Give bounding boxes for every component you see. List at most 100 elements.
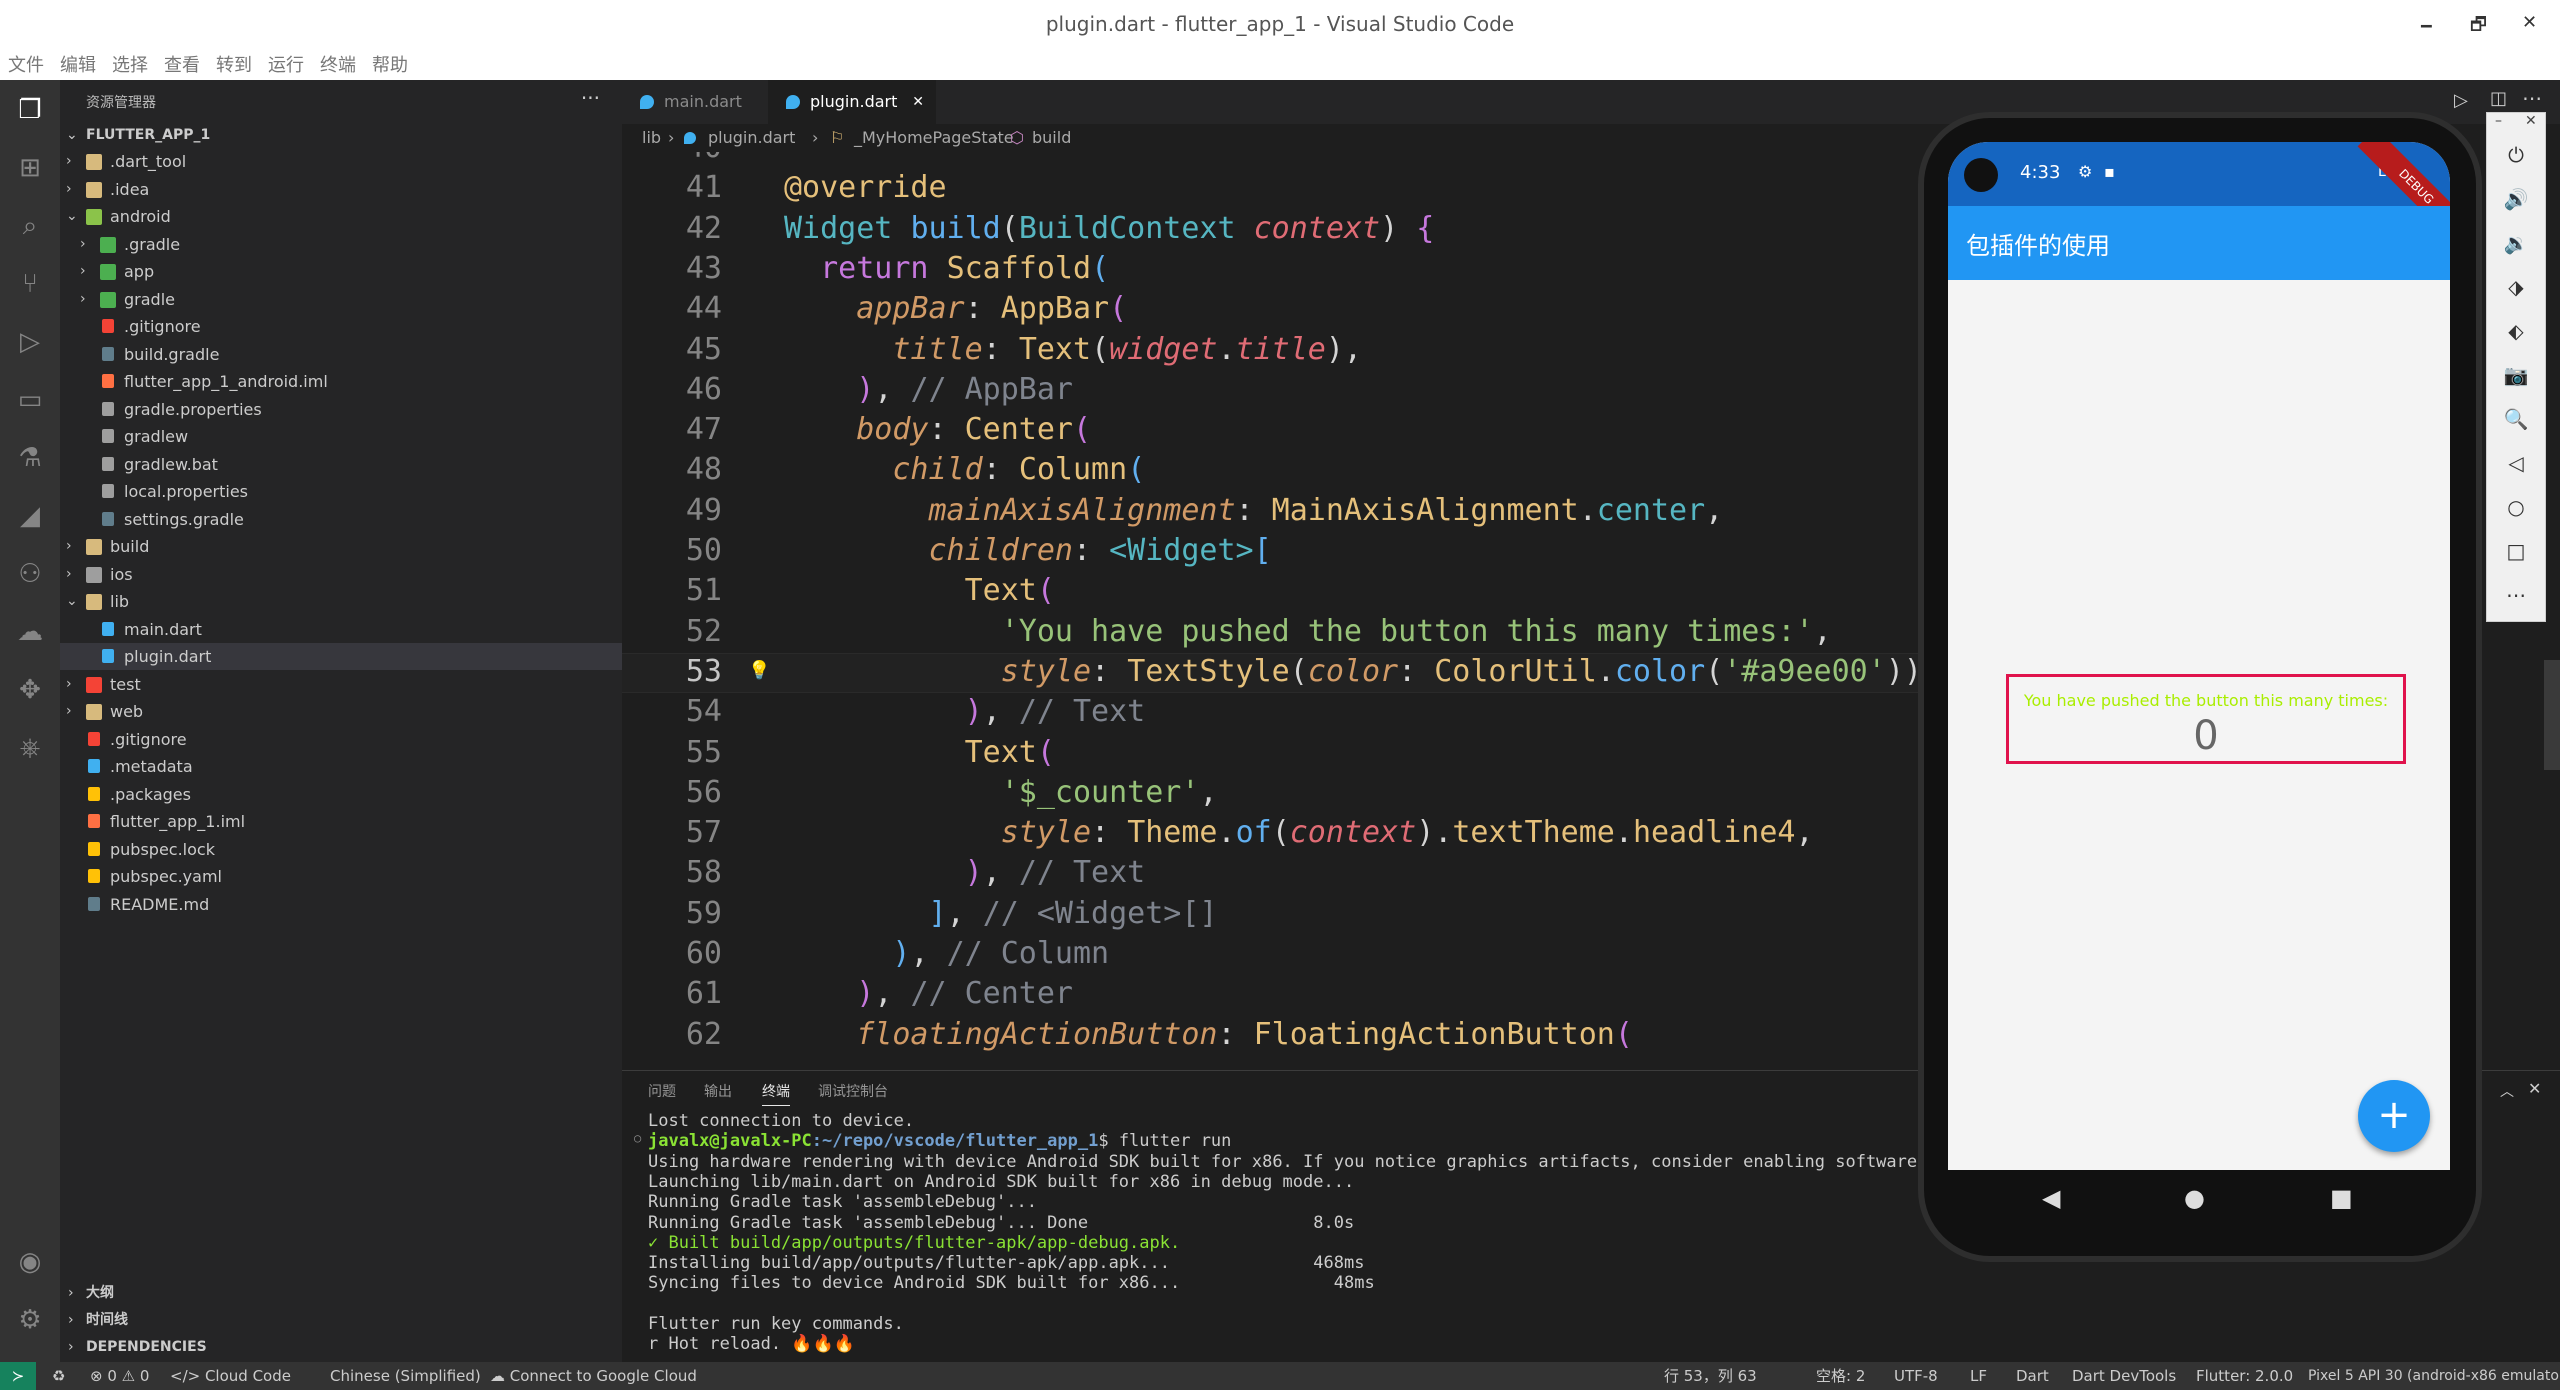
maximize-button[interactable]: 🗗 xyxy=(2470,12,2487,42)
language-mode[interactable]: Dart xyxy=(2016,1362,2049,1390)
tree-file[interactable]: main.dart xyxy=(60,616,622,643)
section-outline[interactable]: › 大纲 xyxy=(60,1280,622,1307)
lightbulb-icon[interactable]: 💡 xyxy=(748,660,770,681)
nav-back-icon[interactable]: ◀ xyxy=(2042,1184,2060,1212)
tree-file[interactable]: gradle.properties xyxy=(60,396,622,423)
settings-gear-icon[interactable]: ⚙ xyxy=(14,1304,46,1336)
tree-file[interactable]: .gitignore xyxy=(60,313,622,340)
panel-tab-output[interactable]: 输出 xyxy=(704,1081,732,1101)
overview-icon[interactable]: □ xyxy=(2487,539,2545,563)
tree-folder[interactable]: › .idea xyxy=(60,176,622,203)
gamepad-icon[interactable]: ⚇ xyxy=(14,558,46,590)
emulator-screen[interactable]: 4:33 ⚙ ▪ LTE DEBUG 包插件的使用 You have pushe… xyxy=(1948,142,2450,1174)
panel-tab-debug-console[interactable]: 调试控制台 xyxy=(818,1081,888,1101)
back-icon[interactable]: ◁ xyxy=(2487,451,2545,475)
cloud-code-item[interactable]: </> Cloud Code xyxy=(170,1362,291,1390)
flutter-version-item[interactable]: Flutter: 2.0.0 xyxy=(2196,1362,2293,1390)
problems-count[interactable]: ⊗ 0 ⚠ 0 xyxy=(90,1362,149,1390)
tree-file[interactable]: pubspec.lock xyxy=(60,836,622,863)
volume-down-icon[interactable]: 🔉 xyxy=(2487,231,2545,255)
tree-folder[interactable]: ⌄ lib xyxy=(60,588,622,615)
run-debug-icon[interactable]: ▷ xyxy=(14,326,46,358)
tree-folder[interactable]: › ios xyxy=(60,561,622,588)
docker-icon[interactable]: ☁ xyxy=(14,616,46,648)
tree-file[interactable]: plugin.dart xyxy=(60,643,622,670)
tree-folder[interactable]: › gradle xyxy=(60,286,622,313)
tree-file[interactable]: settings.gradle xyxy=(60,506,622,533)
tree-file[interactable]: local.properties xyxy=(60,478,622,505)
remote-explorer-icon[interactable]: ▭ xyxy=(14,384,46,416)
pipeline-icon[interactable]: ✥ xyxy=(14,674,46,706)
crumb-class[interactable]: _MyHomePageState xyxy=(854,124,1014,152)
more-icon[interactable]: ⋯ xyxy=(2522,86,2542,110)
device-selector[interactable]: Pixel 5 API 30 (android-x86 emulator) xyxy=(2308,1362,2560,1390)
kubernetes-icon[interactable]: ⎈ xyxy=(14,732,46,764)
panel-tab-terminal[interactable]: 终端 xyxy=(762,1081,790,1106)
close-tab-icon[interactable]: ✕ xyxy=(912,80,924,124)
more-actions-icon[interactable]: ··· xyxy=(581,86,600,110)
toolbar-minimize-icon[interactable]: – xyxy=(2495,113,2502,129)
menu-go[interactable]: 转到 xyxy=(216,52,252,80)
dart-devtools-item[interactable]: Dart DevTools xyxy=(2072,1362,2176,1390)
tree-folder[interactable]: ⌄ android xyxy=(60,203,622,230)
close-panel-icon[interactable]: ✕ xyxy=(2528,1079,2541,1098)
account-icon[interactable]: ◉ xyxy=(14,1246,46,1278)
home-icon[interactable]: ○ xyxy=(2487,495,2545,519)
menu-run[interactable]: 运行 xyxy=(268,52,304,80)
connect-google-cloud-item[interactable]: ☁ Connect to Google Cloud xyxy=(490,1362,697,1390)
eol[interactable]: LF xyxy=(1970,1362,1987,1390)
minimize-button[interactable]: 🗕 xyxy=(2420,12,2433,42)
volume-up-icon[interactable]: 🔊 xyxy=(2487,187,2545,211)
cursor-position[interactable]: 行 53，列 63 xyxy=(1664,1362,1757,1390)
tree-folder[interactable]: › .gradle xyxy=(60,231,622,258)
power-icon[interactable]: ⏻ xyxy=(2487,143,2545,167)
screenshot-icon[interactable]: 📷 xyxy=(2487,363,2545,387)
panel-tab-problems[interactable]: 问题 xyxy=(648,1081,676,1101)
menu-selection[interactable]: 选择 xyxy=(112,52,148,80)
split-editor-icon[interactable]: ◫ xyxy=(2490,88,2507,109)
search-icon[interactable]: ⌕ xyxy=(14,210,46,242)
rotate-right-icon[interactable]: ⬖ xyxy=(2487,319,2545,343)
extensions-icon[interactable]: ⊞ xyxy=(14,152,46,184)
nav-overview-icon[interactable]: ■ xyxy=(2330,1184,2353,1212)
crumb-file[interactable]: plugin.dart xyxy=(708,124,795,152)
menu-edit[interactable]: 编辑 xyxy=(60,52,96,80)
flutter-icon[interactable]: ◢ xyxy=(14,500,46,532)
crumb-method[interactable]: build xyxy=(1032,124,1071,152)
tree-file[interactable]: README.md xyxy=(60,891,622,918)
tree-file[interactable]: gradlew.bat xyxy=(60,451,622,478)
sync-icon[interactable]: ♻ xyxy=(52,1362,65,1390)
menu-terminal[interactable]: 终端 xyxy=(320,52,356,80)
tab-plugin-dart[interactable]: plugin.dart ✕ xyxy=(768,80,936,124)
menu-view[interactable]: 查看 xyxy=(164,52,200,80)
tree-folder[interactable]: › .dart_tool xyxy=(60,148,622,175)
tab-main-dart[interactable]: main.dart xyxy=(622,80,762,124)
tree-file[interactable]: flutter_app_1.iml xyxy=(60,808,622,835)
remote-indicator-icon[interactable]: ≻ xyxy=(0,1362,36,1390)
menu-help[interactable]: 帮助 xyxy=(372,52,408,80)
tree-file[interactable]: .packages xyxy=(60,781,622,808)
tree-file[interactable]: flutter_app_1_android.iml xyxy=(60,368,622,395)
tree-file[interactable]: build.gradle xyxy=(60,341,622,368)
maximize-panel-icon[interactable]: ︿ xyxy=(2500,1081,2514,1101)
close-button[interactable]: ✕ xyxy=(2522,12,2537,33)
section-timeline[interactable]: › 时间线 xyxy=(60,1307,622,1334)
section-dependencies[interactable]: › DEPENDENCIES xyxy=(60,1334,622,1361)
run-icon[interactable]: ▷ xyxy=(2454,90,2468,111)
tree-folder[interactable]: › test xyxy=(60,671,622,698)
workspace-root[interactable]: ⌄ FLUTTER_APP_1 xyxy=(60,122,622,149)
tree-file[interactable]: .metadata xyxy=(60,753,622,780)
source-control-icon[interactable]: ⑂ xyxy=(14,268,46,300)
encoding[interactable]: UTF-8 xyxy=(1894,1362,1938,1390)
explorer-icon[interactable]: ❐ xyxy=(14,94,46,126)
editor-scrollbar[interactable] xyxy=(2544,660,2560,770)
nav-home-icon[interactable]: ● xyxy=(2184,1184,2205,1212)
tree-file[interactable]: gradlew xyxy=(60,423,622,450)
increment-fab[interactable]: + xyxy=(2358,1080,2430,1152)
tree-file[interactable]: .gitignore xyxy=(60,726,622,753)
testing-icon[interactable]: ⚗ xyxy=(14,442,46,474)
menu-file[interactable]: 文件 xyxy=(8,52,44,80)
tree-file[interactable]: pubspec.yaml xyxy=(60,863,622,890)
tree-folder[interactable]: › app xyxy=(60,258,622,285)
toolbar-close-icon[interactable]: ✕ xyxy=(2525,113,2537,129)
